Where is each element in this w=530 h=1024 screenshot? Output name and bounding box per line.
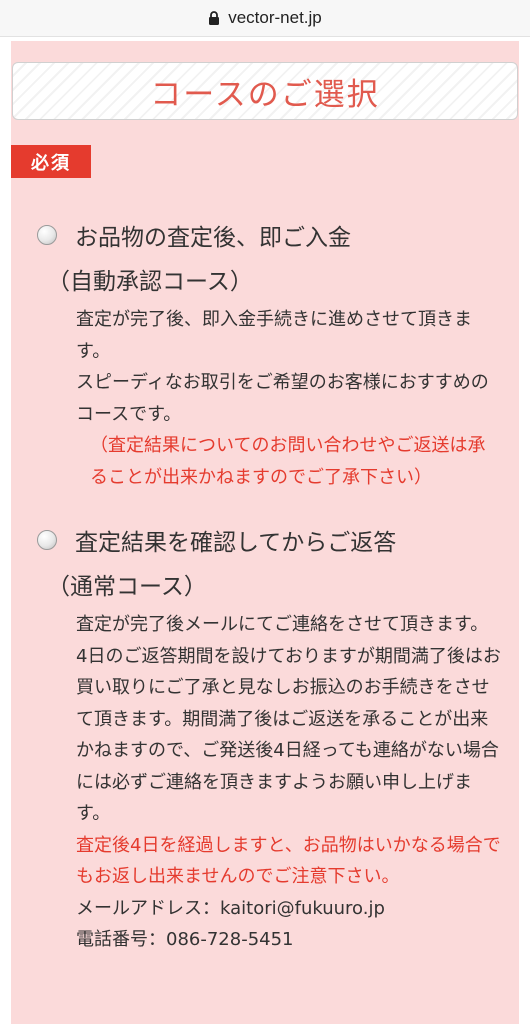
description-line: スピーディなお取引をご希望のお客様におすすめのコースです。 [76, 372, 489, 425]
section-title: コースのご選択 [150, 76, 380, 113]
option-normal-row[interactable]: 査定結果を確認してからご返答 [11, 521, 519, 561]
contact-phone: 電話番号：086-728-5451 [76, 929, 294, 950]
contact-email: メールアドレス：kaitori@fukuuro.jp [76, 897, 385, 919]
option-auto-approval-label[interactable]: お品物の査定後、即ご入金 [75, 218, 351, 252]
option-auto-approval: お品物の査定後、即ご入金 （自動承認コース） 査定が完了後、即入金手続きに進めさ… [11, 216, 519, 488]
option-normal-sub: （通常コース） [47, 574, 207, 600]
option-auto-approval-description: 査定が完了後、即入金手続きに進めさせて頂きます。 スピーディなお取引をご希望のお… [76, 304, 501, 493]
radio-normal[interactable] [37, 530, 57, 550]
description-note: 査定後4日を経過しますと、お品物はいかなる場合でもお返し出来ませんのでご注意下さ… [76, 834, 501, 888]
section-title-box: コースのご選択 [12, 62, 518, 120]
url-text: vector-net.jp [228, 8, 322, 27]
description-note: （査定結果についてのお問い合わせやご返送は承ることが出来かねますのでご了承下さい… [90, 435, 486, 488]
lock-icon [208, 11, 220, 25]
option-normal: 査定結果を確認してからご返答 （通常コース） 査定が完了後メールにてご連絡をさせ… [11, 521, 519, 950]
description-line: 査定が完了後メールにてご連絡をさせて頂きます。 [76, 614, 489, 635]
description-line: 4日のご返答期間を設けておりますが期間満了後はお買い取りにご了承と見なしお振込の… [76, 645, 501, 825]
address-bar[interactable]: vector-net.jp [0, 0, 530, 37]
required-badge: 必須 [11, 145, 91, 178]
option-normal-description: 査定が完了後メールにてご連絡をさせて頂きます。 4日のご返答期間を設けております… [76, 609, 501, 956]
option-normal-label[interactable]: 査定結果を確認してからご返答 [75, 523, 396, 557]
option-auto-approval-sub: （自動承認コース） [47, 269, 253, 295]
radio-auto-approval[interactable] [37, 225, 57, 245]
description-line: 査定が完了後、即入金手続きに進めさせて頂きます。 [76, 309, 472, 362]
course-selection-panel: コースのご選択 必須 お品物の査定後、即ご入金 （自動承認コース） 査定が完了後… [11, 41, 519, 1024]
option-auto-approval-row[interactable]: お品物の査定後、即ご入金 [11, 216, 519, 256]
